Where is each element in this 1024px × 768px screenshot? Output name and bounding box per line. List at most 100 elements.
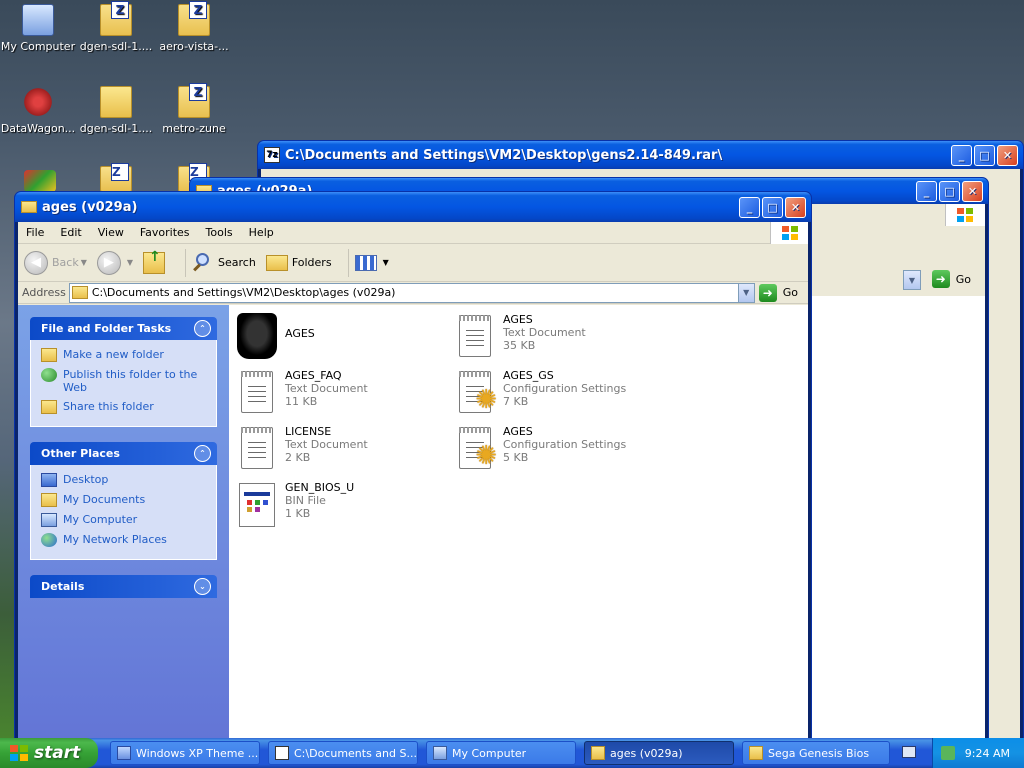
folder-icon (21, 201, 37, 213)
keyboard-icon[interactable] (902, 746, 916, 758)
file-item-ages-ini[interactable]: AGES Configuration Settings 5 KB (455, 425, 665, 475)
place-desktop[interactable]: Desktop (41, 473, 208, 487)
task-pane: File and Folder Tasks ⌃ Make a new folde… (18, 305, 229, 739)
maximize-button[interactable]: □ (974, 144, 995, 166)
menu-tools[interactable]: Tools (198, 226, 241, 239)
minimize-button[interactable]: _ (739, 196, 760, 218)
chevron-down-icon[interactable]: ⌄ (194, 578, 211, 595)
go-button[interactable]: ➜ Go (931, 270, 971, 288)
desktop-icon-dgen-folder[interactable]: dgen-sdl-1.... (78, 86, 154, 135)
address-input[interactable]: C:\Documents and Settings\VM2\Desktop\ag… (68, 282, 755, 303)
go-button[interactable]: ➜ Go (758, 283, 798, 302)
file-item-ages-gs[interactable]: AGES_GS Configuration Settings 7 KB (455, 369, 665, 419)
maximize-button[interactable]: □ (762, 196, 783, 218)
address-dropdown[interactable]: ▼ (903, 270, 921, 290)
windows-logo-icon (10, 745, 28, 761)
taskbar-button-label: C:\Documents and S... (294, 746, 417, 760)
go-arrow-icon: ➜ (758, 283, 777, 302)
taskbar-button-label: My Computer (452, 746, 527, 760)
task-share-folder[interactable]: Share this folder (41, 400, 208, 414)
file-item-gen-bios[interactable]: GEN_BIOS_U BIN File 1 KB (237, 481, 447, 531)
task-label: Share this folder (63, 400, 154, 413)
minimize-button[interactable]: _ (916, 180, 937, 202)
menu-view[interactable]: View (90, 226, 132, 239)
start-label: start (34, 743, 81, 763)
clock[interactable]: 9:24 AM (965, 747, 1010, 760)
place-my-computer[interactable]: My Computer (41, 513, 208, 527)
start-button[interactable]: start (0, 738, 98, 768)
desktop-icon-aero-vista[interactable]: aero-vista-... (156, 1, 232, 53)
task-make-new-folder[interactable]: Make a new folder (41, 348, 208, 362)
taskbar-button-sega-bios[interactable]: Sega Genesis Bios (742, 741, 890, 765)
search-icon (192, 252, 214, 274)
desktop-icon-label: metro-zune (162, 122, 226, 135)
zip-folder-icon (178, 1, 210, 36)
file-item-ages-faq[interactable]: AGES_FAQ Text Document 11 KB (237, 369, 447, 419)
chevron-up-icon[interactable]: ⌃ (194, 320, 211, 337)
place-label: Desktop (63, 473, 109, 486)
forward-button[interactable]: ▶ ▼ (96, 250, 133, 275)
taskbar-button-label: ages (v029a) (610, 746, 683, 760)
menu-help[interactable]: Help (241, 226, 282, 239)
task-publish-folder[interactable]: Publish this folder to the Web (41, 368, 208, 394)
desktop-icon-label: My Computer (0, 40, 76, 53)
file-size: 5 KB (503, 451, 529, 464)
panel-header[interactable]: File and Folder Tasks ⌃ (30, 317, 217, 340)
window-title: ages (v029a) (42, 199, 138, 215)
7zip-icon (275, 746, 289, 760)
desktop-icon-partial[interactable] (24, 170, 56, 192)
file-item-license[interactable]: LICENSE Text Document 2 KB (237, 425, 447, 475)
folder-icon (591, 746, 605, 760)
file-item-ages-exe[interactable]: AGES (237, 313, 447, 363)
search-button[interactable]: Search (192, 252, 256, 274)
address-value: C:\Documents and Settings\VM2\Desktop\ag… (91, 286, 396, 299)
app-icon (117, 746, 131, 760)
file-item-ages-txt[interactable]: AGES Text Document 35 KB (455, 313, 665, 363)
close-button[interactable]: ✕ (962, 180, 983, 202)
desktop-icon-metro-zune[interactable]: metro-zune (156, 83, 232, 135)
taskbar-button-ages[interactable]: ages (v029a) (584, 741, 734, 765)
go-label: Go (782, 286, 798, 299)
chevron-down-icon[interactable]: ▼ (737, 283, 754, 302)
place-label: My Documents (63, 493, 146, 506)
my-computer-icon (41, 513, 57, 527)
place-my-network-places[interactable]: My Network Places (41, 533, 208, 547)
file-type: Text Document (285, 438, 368, 451)
maximize-button[interactable]: □ (939, 180, 960, 202)
text-document-icon (237, 425, 277, 471)
file-name: AGES (503, 425, 533, 438)
menu-file[interactable]: File (18, 226, 52, 239)
folders-button[interactable]: Folders (265, 254, 332, 271)
close-button[interactable]: ✕ (997, 144, 1018, 166)
zip-folder-icon (100, 1, 132, 36)
menu-edit[interactable]: Edit (52, 226, 89, 239)
views-button[interactable]: ▼ (354, 254, 389, 271)
up-folder-button[interactable]: ↑ (143, 249, 169, 274)
my-computer-icon (22, 4, 54, 36)
window-ages-explorer[interactable]: ages (v029a) _ □ ✕ File Edit View Favori… (14, 191, 812, 740)
close-button[interactable]: ✕ (785, 196, 806, 218)
place-my-documents[interactable]: My Documents (41, 493, 208, 507)
content-area: File and Folder Tasks ⌃ Make a new folde… (18, 305, 808, 739)
desktop-icon-label: dgen-sdl-1.... (79, 122, 153, 135)
desktop-icon-my-computer[interactable]: My Computer (0, 4, 76, 53)
desktop-icon-label: DataWagon... (0, 122, 76, 135)
back-button[interactable]: ◀ Back ▼ (24, 250, 87, 275)
taskbar-button-xp-theme[interactable]: Windows XP Theme ... (110, 741, 260, 765)
panel-header[interactable]: Other Places ⌃ (30, 442, 217, 465)
desktop-icon-datawagon[interactable]: DataWagon... (0, 86, 76, 135)
chevron-up-icon[interactable]: ⌃ (194, 445, 211, 462)
taskbar-button-7zip[interactable]: C:\Documents and S... (268, 741, 418, 765)
panel-header[interactable]: Details ⌄ (30, 575, 217, 598)
desktop-icon-dgen-zip[interactable]: dgen-sdl-1.... (78, 1, 154, 53)
desktop-icon-partial[interactable] (100, 163, 132, 192)
menu-favorites[interactable]: Favorites (132, 226, 198, 239)
minimize-button[interactable]: _ (951, 144, 972, 166)
file-list: AGES AGES Text Document 35 KB AGES_FAQ T… (229, 305, 808, 739)
my-documents-icon (41, 493, 57, 507)
tray-app-icon[interactable] (940, 746, 955, 760)
toolbar-separator (185, 248, 187, 277)
taskbar-button-my-computer[interactable]: My Computer (426, 741, 576, 765)
views-icon (354, 254, 377, 271)
place-label: My Computer (63, 513, 138, 526)
